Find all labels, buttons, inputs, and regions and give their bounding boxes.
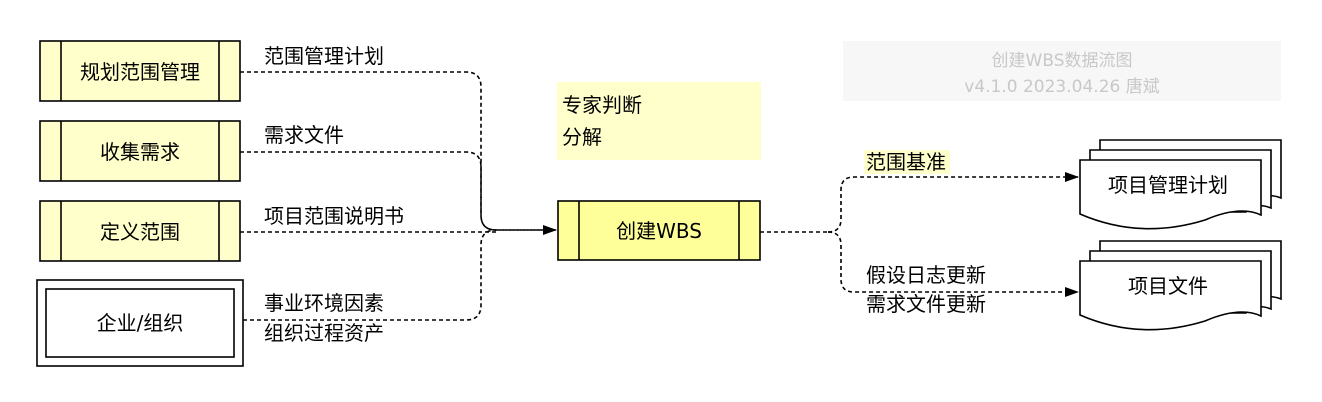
flow-label-eef: 事业环境因素 bbox=[264, 291, 384, 315]
tools-note-line1: 专家判断 bbox=[562, 93, 642, 117]
doc-project-management-plan[interactable]: 项目管理计划 bbox=[1079, 139, 1282, 230]
process-plan-scope[interactable]: 规划范围管理 bbox=[39, 40, 241, 102]
doc-project-documents-label: 项目文件 bbox=[1128, 274, 1208, 298]
external-enterprise-org[interactable]: 企业/组织 bbox=[36, 279, 244, 367]
flow-label-scope-baseline: 范围基准 bbox=[866, 150, 946, 174]
process-collect-requirements-label: 收集需求 bbox=[100, 140, 180, 164]
flow-label-assumption-log-updates: 假设日志更新 bbox=[866, 263, 986, 287]
process-define-scope[interactable]: 定义范围 bbox=[39, 200, 241, 262]
flow-label-requirements-docs: 需求文件 bbox=[264, 123, 344, 147]
flow-scope-baseline bbox=[827, 172, 1079, 233]
process-collect-requirements[interactable]: 收集需求 bbox=[39, 120, 241, 182]
watermark: 创建WBS数据流图 v4.1.0 2023.04.26 唐斌 bbox=[843, 41, 1281, 101]
watermark-title: 创建WBS数据流图 bbox=[992, 51, 1133, 71]
watermark-meta: v4.1.0 2023.04.26 唐斌 bbox=[964, 76, 1159, 97]
doc-project-documents[interactable]: 项目文件 bbox=[1079, 240, 1282, 331]
flow-label-opa: 组织过程资产 bbox=[264, 321, 384, 345]
tools-note: 专家判断 分解 bbox=[557, 82, 761, 160]
process-create-wbs[interactable]: 创建WBS bbox=[557, 200, 761, 261]
external-enterprise-org-label: 企业/组织 bbox=[97, 311, 184, 335]
process-plan-scope-label: 规划范围管理 bbox=[80, 60, 200, 84]
flow-label-requirements-updates: 需求文件更新 bbox=[866, 292, 986, 316]
tools-note-line2: 分解 bbox=[562, 125, 602, 149]
doc-project-management-plan-label: 项目管理计划 bbox=[1108, 173, 1228, 197]
flow-label-scope-management-plan: 范围管理计划 bbox=[264, 44, 384, 68]
process-define-scope-label: 定义范围 bbox=[100, 220, 180, 244]
flow-label-scope-statement: 项目范围说明书 bbox=[264, 204, 404, 228]
wbs-data-flow-diagram: 创建WBS数据流图 v4.1.0 2023.04.26 唐斌 专家判断 分解 规… bbox=[36, 40, 1282, 367]
process-create-wbs-label: 创建WBS bbox=[616, 219, 702, 243]
